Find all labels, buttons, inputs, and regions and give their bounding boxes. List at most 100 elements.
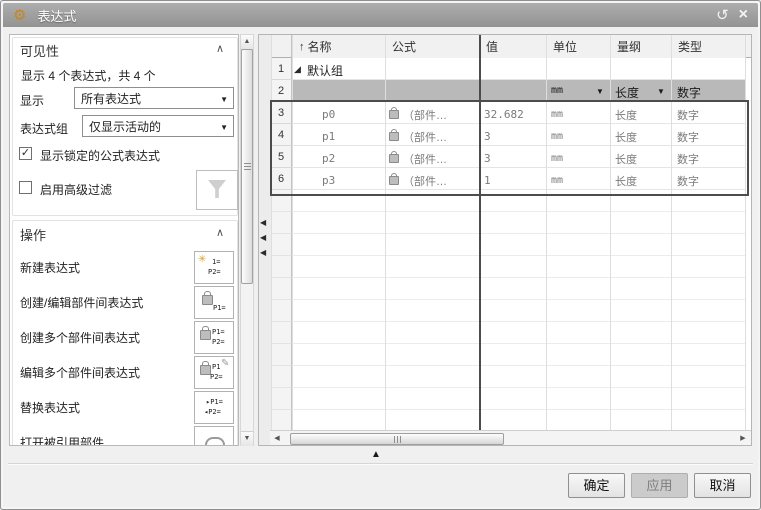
expression-dimension-cell[interactable]: 长度 xyxy=(615,129,637,145)
expression-dimension-cell[interactable]: 长度 xyxy=(615,107,637,123)
expand-triangle-icon[interactable]: ◢ xyxy=(294,65,301,74)
column-header-name[interactable]: ↑ 名称 xyxy=(292,35,385,58)
empty-row[interactable] xyxy=(292,256,745,278)
empty-row[interactable] xyxy=(292,212,745,234)
operations-section-header[interactable]: 操作 xyxy=(20,225,46,244)
empty-row-number-cell[interactable] xyxy=(271,212,292,234)
expression-formula-cell[interactable]: （部件… xyxy=(403,173,447,189)
unit-filter-value[interactable]: mm xyxy=(551,85,563,96)
expression-unit-cell[interactable]: mm xyxy=(551,153,563,164)
expression-unit-cell[interactable]: mm xyxy=(551,109,563,120)
column-header-value[interactable]: 值 xyxy=(479,35,546,58)
empty-row-number-cell[interactable] xyxy=(271,344,292,366)
empty-row-number-cell[interactable] xyxy=(271,410,292,432)
empty-row[interactable] xyxy=(292,410,745,432)
chevron-down-icon[interactable]: ▼ xyxy=(596,87,604,96)
chevron-down-icon[interactable]: ▼ xyxy=(657,87,665,96)
expression-name-cell[interactable]: p1 xyxy=(322,130,335,143)
replace-expression-button[interactable]: ▸P1= ◂P2= xyxy=(194,391,234,424)
create-edit-interpart-expression-button[interactable]: P1= xyxy=(194,286,234,319)
scroll-right-icon[interactable]: ▶ xyxy=(736,432,750,445)
dimension-filter-value[interactable]: 长度 xyxy=(615,84,639,101)
column-header-unit[interactable]: 单位 xyxy=(546,35,610,58)
empty-row-number-cell[interactable] xyxy=(271,388,292,410)
row-number-cell[interactable]: 6 xyxy=(271,168,292,190)
chevron-up-icon[interactable]: ∧ xyxy=(216,226,224,239)
title-bar[interactable]: ⚙ 表达式 ↺ × xyxy=(3,3,758,27)
row-number-cell[interactable]: 4 xyxy=(271,124,292,146)
create-multiple-interpart-expressions-button[interactable]: P1= P2= xyxy=(194,321,234,354)
expression-row[interactable]: p2 （部件… 3 mm 长度 数字 xyxy=(292,146,745,168)
dialog-collapse-toggle[interactable]: ▲ xyxy=(371,449,381,460)
expression-formula-cell[interactable]: （部件… xyxy=(403,129,447,145)
expression-type-cell[interactable]: 数字 xyxy=(677,107,699,123)
expression-unit-cell[interactable]: mm xyxy=(551,131,563,142)
empty-row[interactable] xyxy=(292,300,745,322)
expression-value-cell[interactable]: 32.682 xyxy=(484,108,524,121)
scroll-down-icon[interactable]: ▼ xyxy=(241,431,253,446)
table-horizontal-scrollbar[interactable]: ◀ ▶ xyxy=(270,430,751,445)
type-filter-value[interactable]: 数字 xyxy=(677,84,701,101)
apply-button[interactable]: 应用 xyxy=(631,473,688,498)
show-dropdown[interactable]: 所有表达式 ▼ xyxy=(74,87,234,109)
expression-dimension-cell[interactable]: 长度 xyxy=(615,173,637,189)
expression-name-cell[interactable]: p0 xyxy=(322,108,335,121)
empty-row[interactable] xyxy=(292,234,745,256)
scroll-up-icon[interactable]: ▲ xyxy=(241,35,253,50)
close-icon[interactable]: × xyxy=(739,7,748,23)
ok-button[interactable]: 确定 xyxy=(568,473,625,498)
empty-row-number-cell[interactable] xyxy=(271,256,292,278)
expression-type-cell[interactable]: 数字 xyxy=(677,129,699,145)
header-corner-cell[interactable] xyxy=(271,35,292,58)
scrollbar-thumb[interactable] xyxy=(241,49,253,284)
expression-formula-cell[interactable]: （部件… xyxy=(403,107,447,123)
row-number-cell[interactable]: 2 xyxy=(271,80,292,102)
reset-icon[interactable]: ↺ xyxy=(716,8,729,23)
expression-row[interactable]: p3 （部件… 1 mm 长度 数字 xyxy=(292,168,745,190)
empty-row[interactable] xyxy=(292,322,745,344)
empty-row[interactable] xyxy=(292,366,745,388)
empty-row[interactable] xyxy=(292,388,745,410)
visibility-section-header[interactable]: 可见性 xyxy=(20,41,59,60)
row-number-cell[interactable]: 3 xyxy=(271,102,292,124)
column-header-formula[interactable]: 公式 xyxy=(385,35,479,58)
new-expression-button[interactable]: ✳ 1= P2= xyxy=(194,251,234,284)
scrollbar-thumb[interactable] xyxy=(290,433,504,445)
expression-dimension-cell[interactable]: 长度 xyxy=(615,151,637,167)
empty-row-number-cell[interactable] xyxy=(271,300,292,322)
row-number-cell[interactable]: 5 xyxy=(271,146,292,168)
expression-type-cell[interactable]: 数字 xyxy=(677,173,699,189)
empty-row-number-cell[interactable] xyxy=(271,190,292,212)
row-insert-arrow-icon[interactable]: ◀ xyxy=(260,234,266,242)
scroll-left-icon[interactable]: ◀ xyxy=(270,432,284,445)
row-insert-arrow-icon[interactable]: ◀ xyxy=(260,249,266,257)
expression-value-cell[interactable]: 3 xyxy=(484,152,491,165)
empty-row-number-cell[interactable] xyxy=(271,278,292,300)
expression-formula-cell[interactable]: （部件… xyxy=(403,151,447,167)
empty-row-number-cell[interactable] xyxy=(271,234,292,256)
empty-row[interactable] xyxy=(292,278,745,300)
expression-name-cell[interactable]: p3 xyxy=(322,174,335,187)
empty-row-number-cell[interactable] xyxy=(271,322,292,344)
edit-multiple-interpart-expressions-button[interactable]: P1 P2= ✎ xyxy=(194,356,234,389)
column-header-dimension[interactable]: 量纲 xyxy=(610,35,671,58)
advanced-filter-button[interactable] xyxy=(196,170,238,210)
expression-unit-cell[interactable]: mm xyxy=(551,175,563,186)
expression-row[interactable]: p1 （部件… 3 mm 长度 数字 xyxy=(292,124,745,146)
expression-value-cell[interactable]: 3 xyxy=(484,130,491,143)
cancel-button[interactable]: 取消 xyxy=(694,473,751,498)
empty-row[interactable] xyxy=(292,344,745,366)
row-insert-arrow-icon[interactable]: ◀ xyxy=(260,219,266,227)
filter-row[interactable]: mm ▼ 长度 ▼ 数字 xyxy=(292,80,745,102)
left-panel-scrollbar[interactable]: ▲ ▼ xyxy=(240,34,254,446)
group-row[interactable]: ◢ 默认组 xyxy=(292,58,745,80)
expression-type-cell[interactable]: 数字 xyxy=(677,151,699,167)
chevron-up-icon[interactable]: ∧ xyxy=(216,42,224,55)
expression-value-cell[interactable]: 1 xyxy=(484,174,491,187)
empty-row-number-cell[interactable] xyxy=(271,366,292,388)
open-referenced-part-button[interactable] xyxy=(194,426,234,445)
enable-advanced-filter-checkbox[interactable] xyxy=(19,181,32,194)
expressions-table[interactable]: ↑ 名称 公式值单位 量纲 类型 1 ◢ 默认组 2 mm ▼ 长度 ▼ 数字 3 p0 （部件… 32.682… xyxy=(258,34,752,446)
empty-row[interactable] xyxy=(292,190,745,212)
show-locked-formula-checkbox[interactable]: ✓ xyxy=(19,147,32,160)
